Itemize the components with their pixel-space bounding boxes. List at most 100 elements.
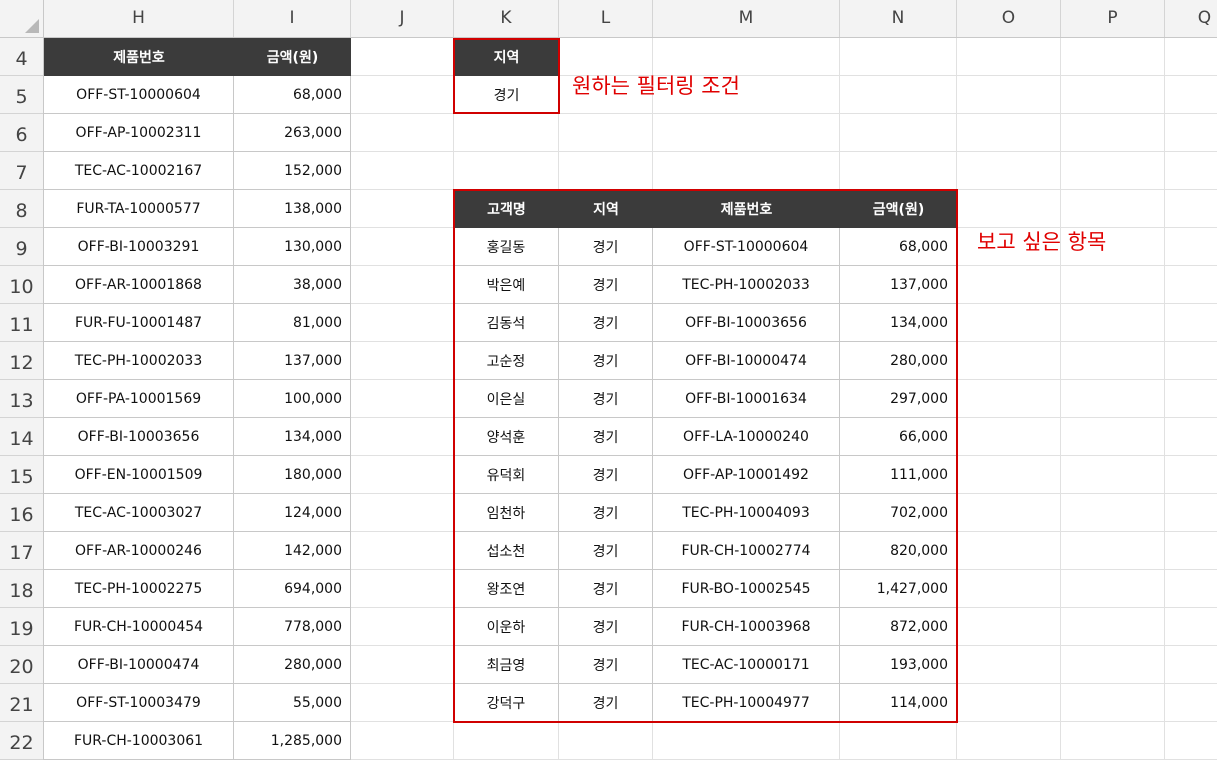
column-header-m[interactable]: M (653, 0, 840, 37)
row-header-19[interactable]: 19 (0, 608, 43, 646)
result-table-header-cell[interactable]: 고객명 (454, 190, 559, 228)
left-table-amount-cell[interactable]: 81,000 (234, 304, 351, 342)
left-table-product-cell[interactable]: TEC-AC-10003027 (44, 494, 234, 532)
left-table-product-cell[interactable]: OFF-BI-10003656 (44, 418, 234, 456)
left-table-amount-cell[interactable]: 124,000 (234, 494, 351, 532)
result-product-cell[interactable]: TEC-PH-10002033 (653, 266, 840, 304)
result-product-cell[interactable]: OFF-BI-10001634 (653, 380, 840, 418)
row-header-7[interactable]: 7 (0, 152, 43, 190)
result-product-cell[interactable]: TEC-PH-10004093 (653, 494, 840, 532)
left-table-amount-cell[interactable]: 142,000 (234, 532, 351, 570)
left-table-product-cell[interactable]: TEC-AC-10002167 (44, 152, 234, 190)
left-table-amount-cell[interactable]: 180,000 (234, 456, 351, 494)
result-region-cell[interactable]: 경기 (559, 532, 653, 570)
result-customer-cell[interactable]: 고순정 (454, 342, 559, 380)
left-table-amount-cell[interactable]: 137,000 (234, 342, 351, 380)
result-product-cell[interactable]: OFF-ST-10000604 (653, 228, 840, 266)
column-header-l[interactable]: L (559, 0, 653, 37)
result-customer-cell[interactable]: 섭소천 (454, 532, 559, 570)
left-table-product-cell[interactable]: TEC-PH-10002275 (44, 570, 234, 608)
row-header-4[interactable]: 4 (0, 38, 43, 76)
result-product-cell[interactable]: TEC-AC-10000171 (653, 646, 840, 684)
left-table-amount-cell[interactable]: 130,000 (234, 228, 351, 266)
result-table-header-cell[interactable]: 제품번호 (653, 190, 840, 228)
row-header-22[interactable]: 22 (0, 722, 43, 760)
left-table-product-cell[interactable]: OFF-ST-10003479 (44, 684, 234, 722)
row-header-13[interactable]: 13 (0, 380, 43, 418)
left-table-product-cell[interactable]: FUR-CH-10000454 (44, 608, 234, 646)
result-region-cell[interactable]: 경기 (559, 684, 653, 722)
result-customer-cell[interactable]: 박은예 (454, 266, 559, 304)
row-header-6[interactable]: 6 (0, 114, 43, 152)
result-table-header-cell[interactable]: 금액(원) (840, 190, 957, 228)
left-table-amount-cell[interactable]: 694,000 (234, 570, 351, 608)
row-header-15[interactable]: 15 (0, 456, 43, 494)
left-table-product-cell[interactable]: OFF-PA-10001569 (44, 380, 234, 418)
result-region-cell[interactable]: 경기 (559, 608, 653, 646)
left-table-amount-cell[interactable]: 263,000 (234, 114, 351, 152)
column-header-o[interactable]: O (957, 0, 1061, 37)
result-region-cell[interactable]: 경기 (559, 418, 653, 456)
left-table-product-cell[interactable]: OFF-AR-10000246 (44, 532, 234, 570)
row-header-17[interactable]: 17 (0, 532, 43, 570)
left-table-header-cell[interactable]: 금액(원) (234, 38, 351, 76)
row-header-20[interactable]: 20 (0, 646, 43, 684)
result-customer-cell[interactable]: 이은실 (454, 380, 559, 418)
result-product-cell[interactable]: FUR-BO-10002545 (653, 570, 840, 608)
result-amount-cell[interactable]: 820,000 (840, 532, 957, 570)
column-header-p[interactable]: P (1061, 0, 1165, 37)
result-product-cell[interactable]: TEC-PH-10004977 (653, 684, 840, 722)
column-header-j[interactable]: J (351, 0, 454, 37)
left-table-product-cell[interactable]: FUR-TA-10000577 (44, 190, 234, 228)
select-all-corner[interactable] (0, 0, 44, 37)
result-customer-cell[interactable]: 홍길동 (454, 228, 559, 266)
result-region-cell[interactable]: 경기 (559, 570, 653, 608)
left-table-amount-cell[interactable]: 134,000 (234, 418, 351, 456)
left-table-amount-cell[interactable]: 68,000 (234, 76, 351, 114)
row-header-14[interactable]: 14 (0, 418, 43, 456)
result-amount-cell[interactable]: 137,000 (840, 266, 957, 304)
left-table-product-cell[interactable]: OFF-EN-10001509 (44, 456, 234, 494)
result-amount-cell[interactable]: 66,000 (840, 418, 957, 456)
left-table-amount-cell[interactable]: 1,285,000 (234, 722, 351, 760)
result-amount-cell[interactable]: 297,000 (840, 380, 957, 418)
row-header-18[interactable]: 18 (0, 570, 43, 608)
result-amount-cell[interactable]: 872,000 (840, 608, 957, 646)
result-product-cell[interactable]: OFF-LA-10000240 (653, 418, 840, 456)
result-amount-cell[interactable]: 134,000 (840, 304, 957, 342)
left-table-amount-cell[interactable]: 55,000 (234, 684, 351, 722)
criteria-value-cell[interactable]: 경기 (454, 76, 559, 114)
result-product-cell[interactable]: FUR-CH-10003968 (653, 608, 840, 646)
left-table-product-cell[interactable]: OFF-BI-10000474 (44, 646, 234, 684)
result-customer-cell[interactable]: 최금영 (454, 646, 559, 684)
column-header-q[interactable]: Q (1165, 0, 1217, 37)
result-region-cell[interactable]: 경기 (559, 342, 653, 380)
result-customer-cell[interactable]: 강덕구 (454, 684, 559, 722)
result-amount-cell[interactable]: 1,427,000 (840, 570, 957, 608)
left-table-product-cell[interactable]: OFF-BI-10003291 (44, 228, 234, 266)
left-table-amount-cell[interactable]: 100,000 (234, 380, 351, 418)
result-customer-cell[interactable]: 임천하 (454, 494, 559, 532)
left-table-product-cell[interactable]: FUR-FU-10001487 (44, 304, 234, 342)
result-customer-cell[interactable]: 왕조연 (454, 570, 559, 608)
left-table-product-cell[interactable]: OFF-AP-10002311 (44, 114, 234, 152)
row-header-12[interactable]: 12 (0, 342, 43, 380)
row-header-16[interactable]: 16 (0, 494, 43, 532)
result-region-cell[interactable]: 경기 (559, 266, 653, 304)
row-header-9[interactable]: 9 (0, 228, 43, 266)
left-table-amount-cell[interactable]: 38,000 (234, 266, 351, 304)
result-amount-cell[interactable]: 280,000 (840, 342, 957, 380)
left-table-header-cell[interactable]: 제품번호 (44, 38, 234, 76)
result-amount-cell[interactable]: 702,000 (840, 494, 957, 532)
result-region-cell[interactable]: 경기 (559, 228, 653, 266)
criteria-header-cell[interactable]: 지역 (454, 38, 559, 76)
left-table-product-cell[interactable]: FUR-CH-10003061 (44, 722, 234, 760)
result-table-header-cell[interactable]: 지역 (559, 190, 653, 228)
result-customer-cell[interactable]: 유덕회 (454, 456, 559, 494)
row-header-8[interactable]: 8 (0, 190, 43, 228)
left-table-amount-cell[interactable]: 778,000 (234, 608, 351, 646)
row-header-11[interactable]: 11 (0, 304, 43, 342)
row-header-10[interactable]: 10 (0, 266, 43, 304)
left-table-product-cell[interactable]: OFF-AR-10001868 (44, 266, 234, 304)
row-header-21[interactable]: 21 (0, 684, 43, 722)
